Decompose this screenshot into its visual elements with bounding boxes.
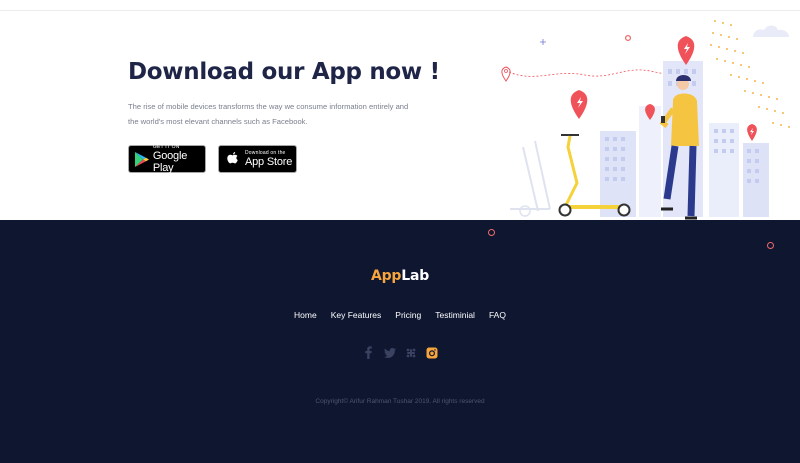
- app-store-button[interactable]: Download on the App Store: [218, 145, 297, 173]
- footer-nav: Home Key Features Pricing Testiminial FA…: [0, 310, 800, 320]
- copyright-text: Copyright© Arifur Rahman Tushar 2019. Al…: [315, 398, 485, 405]
- download-description: The rise of mobile devices transforms th…: [128, 102, 409, 126]
- footer-link-pricing[interactable]: Pricing: [395, 310, 421, 320]
- twitter-icon[interactable]: [383, 346, 396, 359]
- decor-ring: [488, 229, 495, 236]
- footer-logo[interactable]: AppLab: [0, 268, 800, 284]
- social-links: [0, 346, 800, 359]
- google-play-button[interactable]: GET IT ON Google Play: [128, 144, 206, 174]
- footer-link-faq[interactable]: FAQ: [489, 310, 506, 320]
- slack-icon[interactable]: [405, 346, 417, 359]
- footer-link-testimonial[interactable]: Testiminial: [435, 310, 475, 320]
- google-play-icon: [132, 146, 152, 172]
- download-title: Download our App now !: [128, 59, 440, 85]
- logo-lab-text: Lab: [401, 268, 430, 284]
- download-section: Download our App now ! The rise of mobil…: [0, 11, 800, 220]
- city-scooter-illustration: [501, 20, 790, 220]
- instagram-icon[interactable]: [426, 346, 438, 359]
- footer: AppLab Home Key Features Pricing Testimi…: [0, 220, 800, 463]
- footer-link-home[interactable]: Home: [294, 310, 317, 320]
- app-store-big-text: App Store: [245, 156, 293, 168]
- decor-ring: [767, 242, 774, 249]
- apple-icon: [222, 146, 244, 172]
- footer-link-key-features[interactable]: Key Features: [331, 310, 382, 320]
- logo-app-text: App: [370, 268, 402, 284]
- facebook-icon[interactable]: [363, 346, 375, 359]
- google-play-big-text: Google Play: [152, 150, 188, 174]
